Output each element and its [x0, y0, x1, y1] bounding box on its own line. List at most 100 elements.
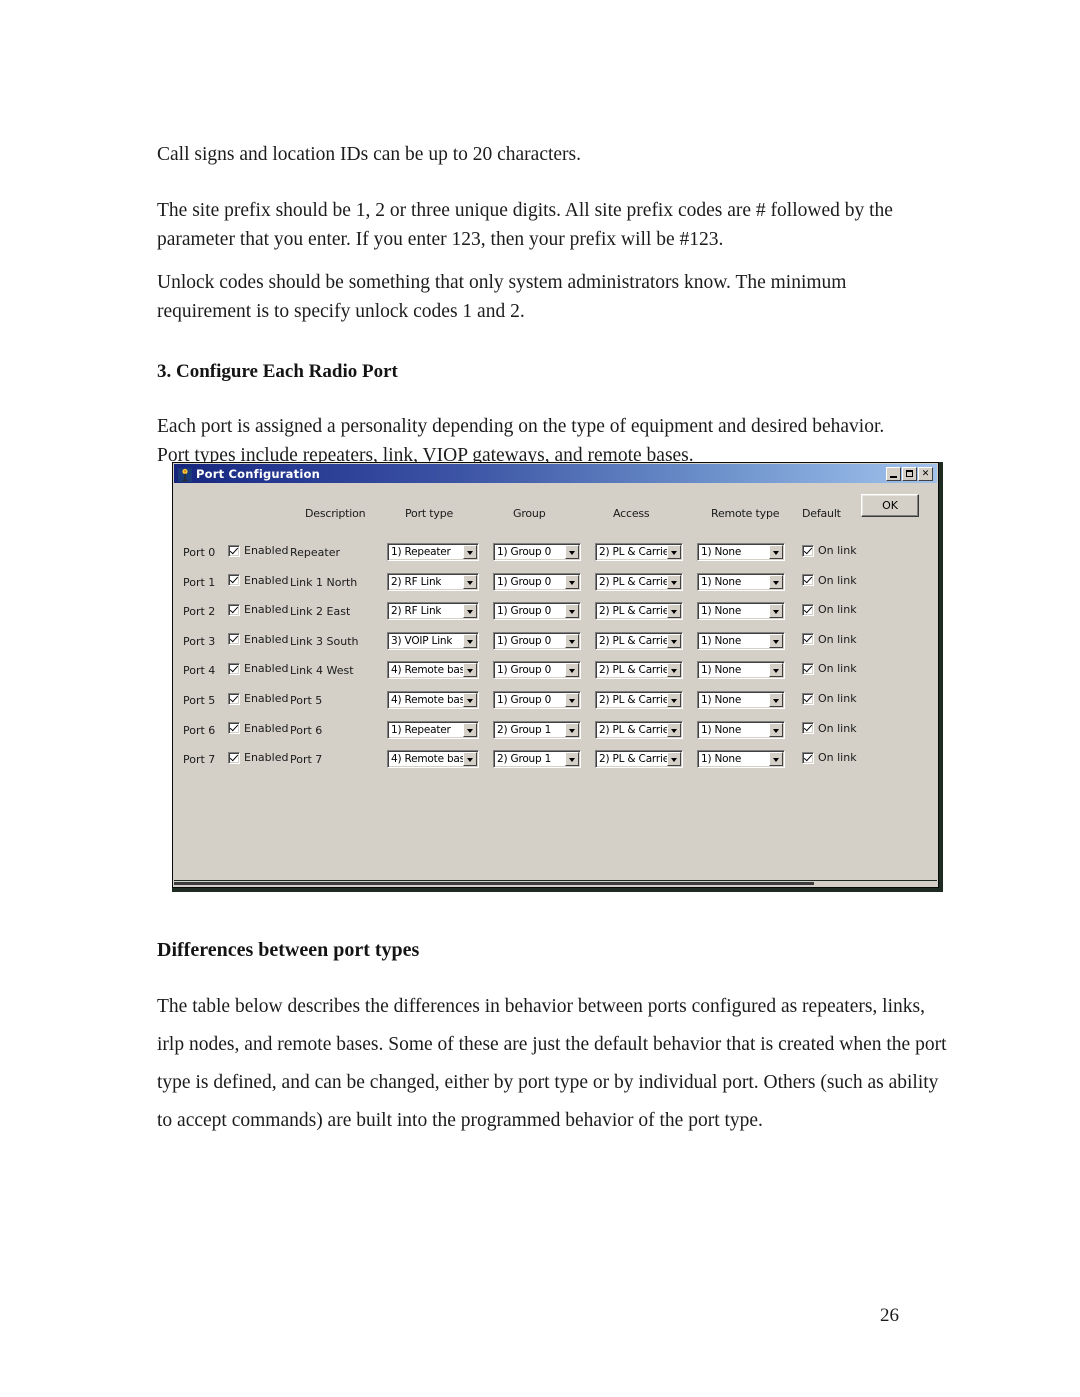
chevron-down-icon[interactable] [667, 663, 681, 678]
port-type-dropdown[interactable]: 1) Repeater [387, 720, 479, 739]
port-type-dropdown[interactable]: 1) Repeater [387, 543, 479, 561]
chevron-down-icon[interactable] [463, 604, 477, 619]
on-link-checkbox[interactable] [802, 633, 814, 646]
remote-type-dropdown[interactable]: 1) None [697, 691, 785, 709]
port-type-dropdown[interactable]: 3) VOIP Link [387, 631, 479, 650]
group-dropdown[interactable]: 1) Group 0 [493, 543, 581, 561]
enabled-checkbox[interactable] [228, 722, 240, 735]
description-field[interactable]: Port 5 [290, 694, 322, 707]
chevron-down-icon[interactable] [565, 633, 579, 648]
remote-type-dropdown[interactable]: 1) None [697, 543, 785, 561]
chevron-down-icon[interactable] [769, 574, 783, 589]
chevron-down-icon[interactable] [565, 752, 579, 767]
chevron-down-icon[interactable] [463, 693, 477, 707]
description-field[interactable]: Link 2 East [290, 605, 350, 618]
description-field[interactable]: Link 1 North [290, 576, 357, 589]
chevron-down-icon[interactable] [565, 545, 579, 559]
remote-type-dropdown[interactable]: 1) None [697, 750, 785, 769]
access-dropdown[interactable]: 2) PL & Carrier [595, 602, 683, 621]
enabled-checkbox[interactable] [228, 633, 240, 646]
description-field[interactable]: Link 3 South [290, 635, 359, 648]
group-dropdown[interactable]: 2) Group 1 [493, 750, 581, 769]
chevron-down-icon[interactable] [565, 722, 579, 737]
chevron-down-icon[interactable] [565, 604, 579, 619]
minimize-icon[interactable] [886, 466, 901, 481]
chevron-down-icon[interactable] [667, 722, 681, 737]
chevron-down-icon[interactable] [667, 604, 681, 619]
chevron-down-icon[interactable] [667, 752, 681, 767]
chevron-down-icon[interactable] [565, 574, 579, 589]
group-dropdown[interactable]: 1) Group 0 [493, 631, 581, 650]
chevron-down-icon[interactable] [667, 574, 681, 589]
port-type-dropdown[interactable]: 4) Remote base [387, 691, 479, 709]
enabled-checkbox[interactable] [228, 544, 240, 557]
group-dropdown[interactable]: 1) Group 0 [493, 602, 581, 621]
chevron-down-icon[interactable] [769, 545, 783, 559]
description-field[interactable]: Port 6 [290, 724, 322, 737]
description-field[interactable]: Repeater [290, 546, 340, 559]
remote-type-dropdown[interactable]: 1) None [697, 661, 785, 680]
chevron-down-icon[interactable] [769, 693, 783, 707]
port-type-dropdown[interactable]: 2) RF Link [387, 572, 479, 591]
on-link-checkbox[interactable] [802, 603, 814, 616]
chevron-down-icon[interactable] [565, 663, 579, 678]
enabled-checkbox[interactable] [228, 662, 240, 675]
column-header-access: Access [613, 507, 650, 520]
access-dropdown[interactable]: 2) PL & Carrier [595, 661, 683, 680]
chevron-down-icon[interactable] [769, 752, 783, 767]
chevron-down-icon[interactable] [463, 752, 477, 767]
close-icon[interactable]: ✕ [918, 466, 933, 481]
chevron-down-icon[interactable] [667, 633, 681, 648]
on-link-checkbox[interactable] [802, 692, 814, 705]
enabled-checkbox[interactable] [228, 574, 240, 587]
access-dropdown[interactable]: 2) PL & Carrier [595, 572, 683, 591]
remote-type-dropdown[interactable]: 1) None [697, 631, 785, 650]
window-controls: ✕ [886, 466, 935, 481]
chevron-down-icon[interactable] [667, 545, 681, 559]
access-dropdown[interactable]: 2) PL & Carrier [595, 750, 683, 769]
chevron-down-icon[interactable] [463, 574, 477, 589]
port-type-dropdown[interactable]: 2) RF Link [387, 602, 479, 621]
access-dropdown[interactable]: 2) PL & Carrier [595, 720, 683, 739]
access-dropdown[interactable]: 2) PL & Carrier [595, 543, 683, 561]
ok-button[interactable]: OK [861, 494, 919, 517]
chevron-down-icon[interactable] [463, 722, 477, 737]
group-dropdown[interactable]: 1) Group 0 [493, 572, 581, 591]
chevron-down-icon[interactable] [769, 663, 783, 678]
window-titlebar[interactable]: Port Configuration ✕ [174, 464, 937, 483]
remote-type-dropdown[interactable]: 1) None [697, 602, 785, 621]
group-dropdown[interactable]: 1) Group 0 [493, 661, 581, 680]
enabled-checkbox[interactable] [228, 751, 240, 764]
table-row: Port 3 Enabled Link 3 South 3) VOIP Link 1) … [173, 630, 938, 652]
chevron-down-icon[interactable] [769, 604, 783, 619]
on-link-checkbox-group: On link [802, 662, 857, 675]
on-link-checkbox[interactable] [802, 662, 814, 675]
description-field[interactable]: Port 7 [290, 753, 322, 766]
on-link-checkbox[interactable] [802, 751, 814, 764]
chevron-down-icon[interactable] [565, 693, 579, 707]
port-type-dropdown[interactable]: 4) Remote base [387, 750, 479, 769]
access-dropdown[interactable]: 2) PL & Carrier [595, 631, 683, 650]
on-link-checkbox[interactable] [802, 722, 814, 735]
port-type-dropdown-value: 3) VOIP Link [391, 634, 453, 647]
enabled-checkbox[interactable] [228, 692, 240, 705]
port-label: Port 6 [183, 723, 216, 737]
enabled-checkbox[interactable] [228, 603, 240, 616]
chevron-down-icon[interactable] [769, 633, 783, 648]
chevron-down-icon[interactable] [463, 663, 477, 678]
chevron-down-icon[interactable] [667, 693, 681, 707]
remote-type-dropdown[interactable]: 1) None [697, 720, 785, 739]
port-label: Port 1 [183, 575, 216, 589]
port-type-dropdown[interactable]: 4) Remote base [387, 661, 479, 680]
chevron-down-icon[interactable] [463, 545, 477, 559]
chevron-down-icon[interactable] [769, 722, 783, 737]
on-link-checkbox[interactable] [802, 574, 814, 587]
description-field[interactable]: Link 4 West [290, 664, 354, 677]
maximize-icon[interactable] [902, 466, 917, 481]
remote-type-dropdown[interactable]: 1) None [697, 572, 785, 591]
group-dropdown[interactable]: 1) Group 0 [493, 691, 581, 709]
on-link-checkbox[interactable] [802, 544, 814, 557]
access-dropdown[interactable]: 2) PL & Carrier [595, 691, 683, 709]
chevron-down-icon[interactable] [463, 633, 477, 648]
group-dropdown[interactable]: 2) Group 1 [493, 720, 581, 739]
